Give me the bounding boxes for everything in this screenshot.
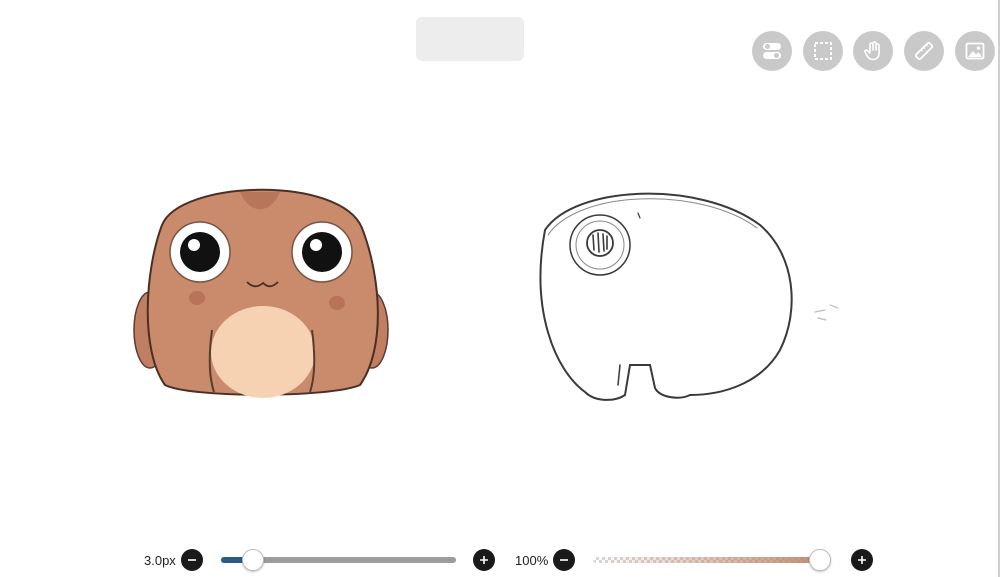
brush-opacity-slider-thumb[interactable] bbox=[809, 549, 831, 571]
brush-size-increase-button[interactable] bbox=[473, 549, 495, 571]
hand-button[interactable] bbox=[853, 31, 893, 71]
selection-button[interactable] bbox=[803, 31, 843, 71]
layers-toggle-button[interactable] bbox=[752, 31, 792, 71]
minus-icon bbox=[560, 559, 568, 561]
selection-icon bbox=[814, 42, 832, 60]
toad-sketch bbox=[539, 192, 839, 401]
ruler-icon bbox=[914, 41, 934, 61]
image-icon bbox=[965, 42, 985, 60]
brush-opacity-decrease-button[interactable] bbox=[553, 549, 575, 571]
hand-icon bbox=[864, 41, 880, 61]
brush-size-value: 3.0px bbox=[144, 553, 176, 568]
drawing-canvas bbox=[133, 188, 839, 401]
brush-opacity-increase-button[interactable] bbox=[851, 549, 873, 571]
layers-toggle-icon bbox=[763, 43, 781, 59]
plus-icon bbox=[480, 556, 488, 564]
toad-painting bbox=[133, 188, 389, 398]
brush-opacity-slider[interactable] bbox=[593, 557, 831, 563]
minus-icon bbox=[188, 559, 196, 561]
top-toolbar-pill[interactable] bbox=[416, 17, 524, 61]
plus-icon bbox=[858, 556, 866, 564]
image-button[interactable] bbox=[955, 31, 995, 71]
ruler-button[interactable] bbox=[904, 31, 944, 71]
brush-size-decrease-button[interactable] bbox=[181, 549, 203, 571]
brush-opacity-value: 100% bbox=[515, 553, 549, 568]
